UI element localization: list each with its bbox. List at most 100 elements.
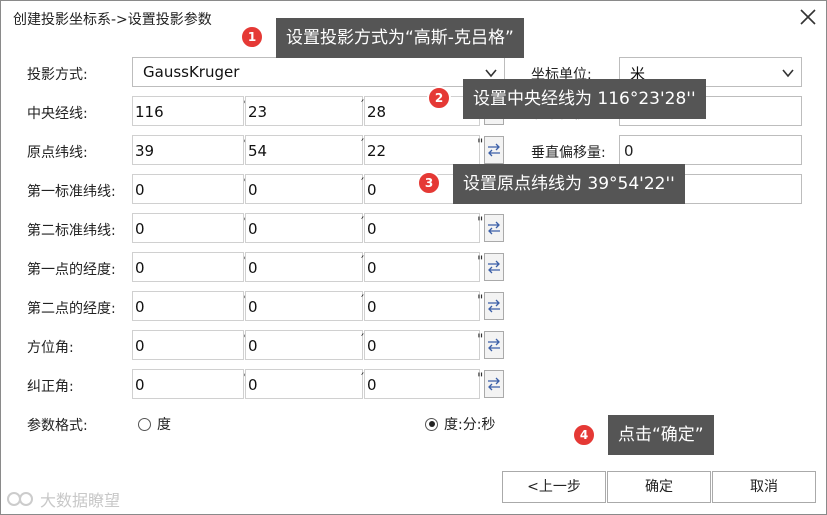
minutes-input[interactable]: 0 [245,330,363,360]
swap-format-button[interactable] [484,292,504,320]
degrees-input[interactable]: 116 [132,96,244,126]
minutes-value: 0 [248,220,258,238]
param-label: 第一标准纬线: [27,184,116,200]
minutes-input[interactable]: 23 [245,96,363,126]
minutes-input[interactable]: 54 [245,135,363,165]
degrees-input[interactable]: 0 [132,213,244,243]
close-icon[interactable] [798,7,818,27]
degrees-value: 116 [135,103,164,121]
swap-format-button[interactable] [484,370,504,398]
callout-1: 设置投影方式为“高斯-克吕格” [276,18,524,58]
v-offset-value: 0 [624,142,634,160]
format-label: 参数格式: [27,418,88,434]
dms-group: 0 ° 0 ′ 0 " [132,291,484,321]
minutes-value: 0 [248,298,258,316]
param-label: 方位角: [27,340,74,356]
radio-degrees[interactable]: 度 [138,414,171,434]
radio-dms-label: 度:分:秒 [444,417,496,433]
minutes-value: 0 [248,337,258,355]
minutes-input[interactable]: 0 [245,213,363,243]
step-badge-3: 3 [417,171,441,195]
swap-arrows-icon [488,377,500,391]
minutes-value: 0 [248,259,258,277]
watermark-text: 大数据瞭望 [40,491,121,510]
radio-dms[interactable]: 度:分:秒 [425,414,495,434]
param-label: 中央经线: [27,106,88,122]
minutes-value: 54 [248,142,268,160]
swap-arrows-icon [488,299,500,313]
minutes-input[interactable]: 0 [245,174,363,204]
callout-2: 设置中央经线为 116°23'28'' [463,79,706,119]
dms-group: 0 ° 0 ′ 0 " [132,369,484,399]
minutes-input[interactable]: 0 [245,369,363,399]
chevron-down-icon [485,69,497,78]
dms-group: 0 ° 0 ′ 0 " [132,330,484,360]
seconds-input[interactable]: 0 [364,330,480,360]
degrees-value: 0 [135,337,145,355]
projection-dropdown[interactable]: GaussKruger [132,57,505,87]
seconds-value: 0 [367,259,377,277]
degrees-input[interactable]: 0 [132,252,244,282]
cancel-button[interactable]: 取消 [712,471,816,503]
minutes-input[interactable]: 0 [245,252,363,282]
param-label: 第二点的经度: [27,301,116,317]
swap-format-button[interactable] [484,214,504,242]
seconds-value: 0 [367,298,377,316]
ok-button[interactable]: 确定 [607,471,711,503]
param-label: 第二标准纬线: [27,223,116,239]
seconds-value: 28 [367,103,387,121]
v-offset-label: 垂直偏移量: [531,145,606,161]
radio-degrees-label: 度 [157,417,171,433]
swap-format-button[interactable] [484,331,504,359]
degrees-value: 0 [135,259,145,277]
swap-format-button[interactable] [484,136,504,164]
seconds-value: 0 [367,376,377,394]
param-label: 纠正角: [27,379,74,395]
second-symbol: " [477,254,484,270]
seconds-input[interactable]: 0 [364,291,480,321]
watermark: 大数据瞭望 [6,487,120,511]
swap-arrows-icon [488,260,500,274]
swap-arrows-icon [488,221,500,235]
seconds-input[interactable]: 0 [364,252,480,282]
step-badge-1: 1 [240,25,264,49]
seconds-value: 22 [367,142,387,160]
param-label: 原点纬线: [27,145,88,161]
swap-format-button[interactable] [484,253,504,281]
v-offset-input[interactable]: 0 [619,135,802,165]
watermark-logo-icon [7,492,33,506]
param-label: 第一点的经度: [27,262,116,278]
chevron-down-icon [782,69,794,78]
minutes-input[interactable]: 0 [245,291,363,321]
degrees-input[interactable]: 0 [132,174,244,204]
dialog-title: 创建投影坐标系->设置投影参数 [13,12,212,28]
second-symbol: " [477,293,484,309]
seconds-input[interactable]: 22 [364,135,480,165]
second-symbol: " [477,332,484,348]
seconds-input[interactable]: 0 [364,369,480,399]
degrees-value: 0 [135,376,145,394]
step-badge-2: 2 [427,86,451,110]
degrees-input[interactable]: 39 [132,135,244,165]
degrees-value: 0 [135,220,145,238]
seconds-input[interactable]: 0 [364,213,480,243]
step-badge-4: 4 [572,423,596,447]
dms-group: 0 ° 0 ′ 0 " [132,213,484,243]
degrees-input[interactable]: 0 [132,369,244,399]
swap-arrows-icon [488,338,500,352]
second-symbol: " [477,371,484,387]
radio-dms-circle [425,417,438,431]
seconds-value: 0 [367,220,377,238]
minutes-value: 0 [248,181,258,199]
seconds-value: 0 [367,337,377,355]
radio-degrees-circle [138,417,151,431]
degrees-value: 0 [135,298,145,316]
degrees-value: 0 [135,181,145,199]
degrees-value: 39 [135,142,155,160]
degrees-input[interactable]: 0 [132,330,244,360]
prev-button[interactable]: <上一步 [502,471,606,503]
swap-arrows-icon [488,143,500,157]
degrees-input[interactable]: 0 [132,291,244,321]
projection-label: 投影方式: [27,67,88,83]
second-symbol: " [477,215,484,231]
